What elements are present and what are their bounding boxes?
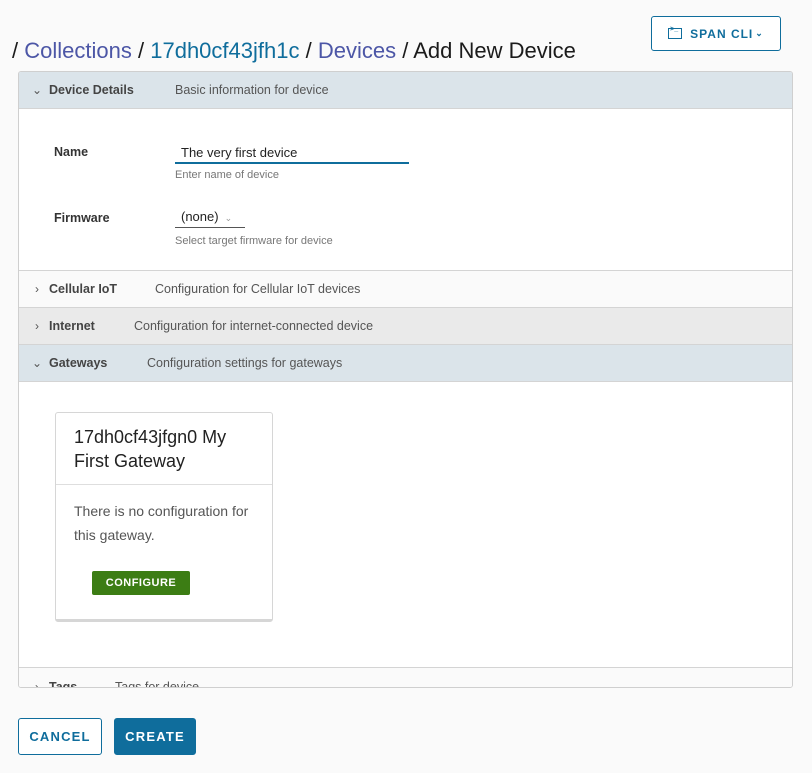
gateway-card-title: 17dh0cf43jfgn0 My First Gateway	[56, 413, 272, 485]
name-helper: Enter name of device	[175, 169, 279, 181]
section-description: Tags for device	[115, 679, 200, 688]
name-label: Name	[54, 145, 89, 159]
firmware-value: (none)	[181, 209, 219, 224]
chevron-down-icon: ⌄	[224, 213, 233, 223]
breadcrumb-separator: /	[305, 38, 312, 63]
breadcrumb-collection-id[interactable]: 17dh0cf43jfh1c	[150, 38, 299, 63]
gateway-card: 17dh0cf43jfgn0 My First Gateway There is…	[55, 412, 273, 622]
section-title: Gateways	[49, 356, 108, 370]
configure-button[interactable]: CONFIGURE	[92, 571, 190, 595]
section-header-device-details[interactable]: ⌄ Device Details Basic information for d…	[19, 72, 792, 109]
breadcrumb: / Collections / 17dh0cf43jfh1c / Devices…	[12, 38, 576, 64]
span-cli-button[interactable]: SPAN CLI ⌄	[651, 16, 781, 51]
breadcrumb-devices[interactable]: Devices	[318, 38, 396, 63]
firmware-select[interactable]: (none) ⌄	[175, 206, 245, 228]
gateway-card-text: There is no configuration for this gatew…	[74, 503, 249, 543]
device-details-body: Name Enter name of device Firmware (none…	[19, 109, 792, 271]
section-description: Configuration for Cellular IoT devices	[155, 282, 361, 296]
device-form-panel: ⌄ Device Details Basic information for d…	[18, 71, 793, 688]
firmware-helper: Select target firmware for device	[175, 235, 333, 247]
page-title: Add New Device	[413, 38, 576, 63]
terminal-icon	[668, 26, 683, 39]
chevron-right-icon: ›	[35, 319, 39, 333]
chevron-down-icon: ⌄	[755, 28, 764, 38]
breadcrumb-separator: /	[12, 38, 19, 63]
section-title: Internet	[49, 319, 95, 333]
section-header-internet[interactable]: › Internet Configuration for internet-co…	[19, 308, 792, 345]
breadcrumb-separator: /	[402, 38, 409, 63]
section-title: Cellular IoT	[49, 282, 118, 296]
cancel-button[interactable]: CANCEL	[18, 718, 102, 755]
breadcrumb-separator: /	[137, 38, 145, 63]
breadcrumb-collections[interactable]: Collections	[24, 38, 132, 63]
chevron-right-icon: ›	[35, 282, 39, 296]
gateways-body: 17dh0cf43jfgn0 My First Gateway There is…	[19, 382, 792, 668]
create-button[interactable]: CREATE	[114, 718, 196, 755]
section-description: Basic information for device	[175, 83, 329, 97]
chevron-right-icon: ›	[35, 679, 39, 688]
chevron-down-icon: ⌄	[31, 83, 43, 97]
firmware-label: Firmware	[54, 211, 110, 225]
section-title: Device Details	[49, 83, 134, 97]
section-title: Tags	[49, 679, 78, 688]
span-cli-label: SPAN CLI	[690, 26, 754, 41]
section-header-cellular[interactable]: › Cellular IoT Configuration for Cellula…	[19, 271, 792, 308]
chevron-down-icon: ⌄	[31, 356, 43, 370]
section-description: Configuration settings for gateways	[147, 356, 343, 370]
section-description: Configuration for internet-connected dev…	[134, 319, 374, 333]
section-header-gateways[interactable]: ⌄ Gateways Configuration settings for ga…	[19, 345, 792, 382]
section-header-tags[interactable]: › Tags Tags for device	[19, 668, 792, 688]
name-input[interactable]	[175, 142, 409, 164]
